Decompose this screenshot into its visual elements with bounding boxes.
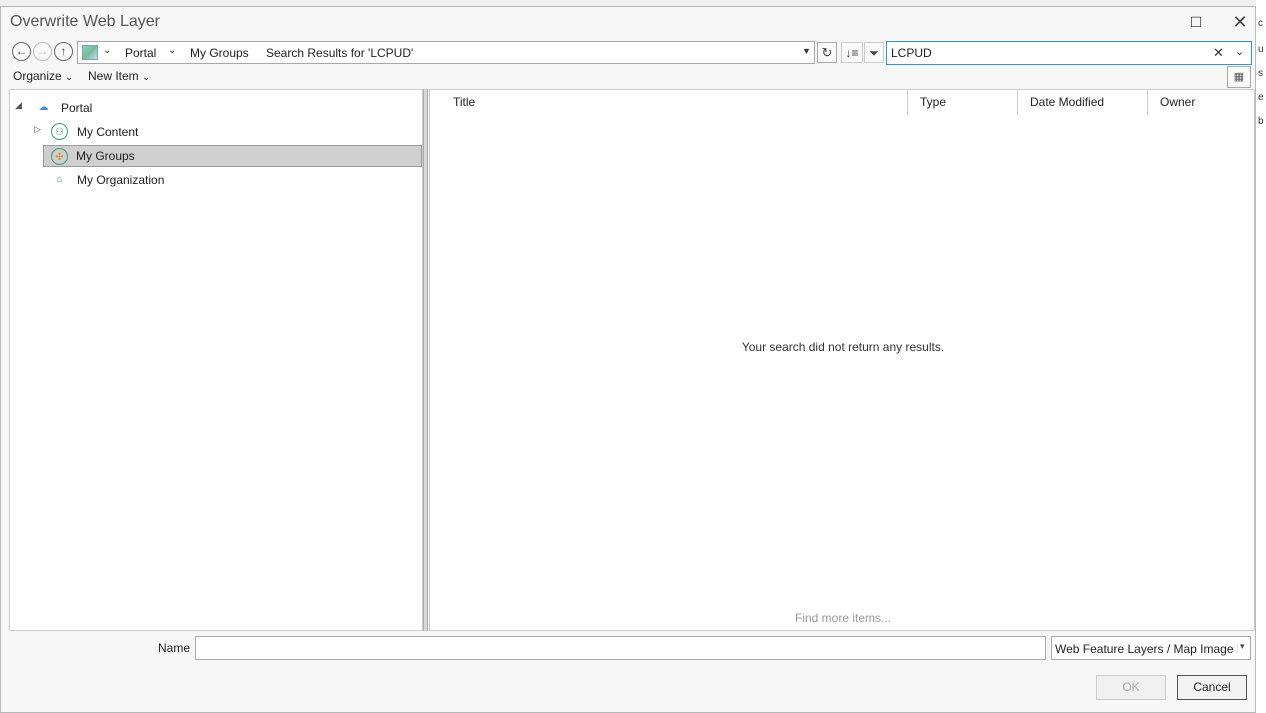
new-item-menu[interactable]: New Item ⌄ [88, 69, 150, 83]
search-input[interactable] [891, 45, 1201, 61]
breadcrumb-my-groups[interactable]: My Groups [190, 46, 249, 60]
collapse-arrow-icon[interactable]: ◢ [15, 100, 22, 111]
search-box[interactable]: ✕ ⌄ [886, 41, 1252, 65]
tree-item-label: My Organization [77, 173, 165, 187]
name-label: Name [158, 641, 191, 655]
tree-item-my-groups[interactable]: ✣ My Groups [43, 145, 422, 167]
cancel-button[interactable]: Cancel [1177, 675, 1247, 700]
tree-item-portal[interactable]: ◢ ☁ Portal [12, 97, 212, 119]
tree-item-my-content[interactable]: ▷ ⚇ My Content [28, 121, 228, 143]
my-groups-icon: ✣ [51, 148, 68, 165]
column-header-type[interactable]: Type [908, 90, 1017, 115]
filter-icon: ⏷ [869, 46, 879, 60]
organize-menu[interactable]: Organize ⌄ [13, 69, 73, 83]
search-options-chevron-icon[interactable]: ⌄ [1235, 45, 1244, 58]
title-bar: Overwrite Web Layer ☐ ✕ [1, 7, 1255, 37]
chevron-down-icon[interactable]: ⌄ [103, 45, 111, 56]
up-button[interactable]: ↑ [54, 42, 73, 61]
expand-arrow-icon[interactable]: ▷ [34, 124, 41, 135]
type-filter-select[interactable]: Web Feature Layers / Map Image Layers ▾ [1051, 636, 1251, 660]
portal-cloud-icon: ☁ [38, 102, 49, 113]
my-organization-icon: ⌂ [56, 174, 63, 185]
organize-label: Organize [13, 69, 62, 83]
breadcrumb-search-results[interactable]: Search Results for 'LCPUD' [266, 46, 413, 60]
dropdown-arrow-icon: ▾ [1240, 641, 1245, 651]
address-dropdown-icon[interactable]: ▼ [802, 46, 811, 56]
breadcrumb-portal[interactable]: Portal [125, 46, 156, 60]
dialog-title: Overwrite Web Layer [10, 13, 160, 30]
forward-button[interactable]: → [33, 42, 52, 61]
clear-search-icon[interactable]: ✕ [1213, 45, 1224, 61]
back-button[interactable]: ← [12, 42, 31, 61]
chevron-down-icon: ⌄ [142, 72, 151, 83]
find-more-items-link[interactable]: Find more items... [430, 611, 1256, 625]
location-thumbnail-icon [82, 45, 98, 60]
forward-arrow-icon: → [36, 44, 49, 58]
maximize-button[interactable]: ☐ [1183, 11, 1209, 33]
column-header-owner[interactable]: Owner [1148, 90, 1248, 115]
close-button[interactable]: ✕ [1227, 11, 1253, 33]
column-header-date-modified[interactable]: Date Modified [1018, 90, 1147, 115]
address-bar[interactable]: ⌄ Portal ⌄ My Groups Search Results for … [77, 41, 815, 64]
tree-item-label: My Content [77, 125, 139, 139]
new-item-label: New Item [88, 69, 139, 83]
empty-results-message: Your search did not return any results. [741, 340, 945, 354]
refresh-button[interactable]: ↻ [817, 42, 837, 63]
back-arrow-icon: ← [15, 44, 28, 58]
background-app-edge: cuseb [1256, 0, 1266, 713]
overwrite-web-layer-dialog: Overwrite Web Layer ☐ ✕ ← → ↑ ⌄ Portal ⌄… [0, 6, 1256, 713]
maximize-icon: ☐ [1189, 14, 1203, 30]
pane-splitter[interactable] [423, 89, 428, 631]
navigation-bar: ← → ↑ ⌄ Portal ⌄ My Groups Search Result… [12, 41, 1252, 65]
type-filter-value: Web Feature Layers / Map Image Layers [1055, 642, 1238, 656]
chevron-down-icon[interactable]: ⌄ [168, 45, 176, 56]
navigation-tree: ◢ ☁ Portal ▷ ⚇ My Content ✣ My Groups ⌂ … [9, 89, 423, 631]
filter-button[interactable]: ⏷ [864, 42, 884, 63]
close-icon: ✕ [1232, 12, 1248, 32]
tree-item-label: My Groups [76, 149, 135, 163]
name-field[interactable] [195, 636, 1046, 660]
column-header-title[interactable]: Title [441, 90, 907, 115]
ok-button[interactable]: OK [1096, 675, 1166, 700]
tree-item-label: Portal [61, 101, 93, 115]
tree-item-my-organization[interactable]: ⌂ My Organization [28, 169, 228, 191]
chevron-down-icon: ⌄ [65, 72, 74, 83]
details-view-icon: ▦ [1233, 71, 1245, 83]
up-arrow-icon: ↑ [60, 44, 67, 58]
my-content-icon: ⚇ [51, 123, 68, 140]
refresh-icon: ↻ [821, 45, 833, 60]
sort-button[interactable]: ↓≡ [841, 42, 863, 63]
sort-icon: ↓≡ [845, 46, 859, 60]
content-list: Title Type Date Modified Owner Your sear… [429, 89, 1255, 631]
view-toggle-button[interactable]: ▦ [1227, 66, 1251, 88]
